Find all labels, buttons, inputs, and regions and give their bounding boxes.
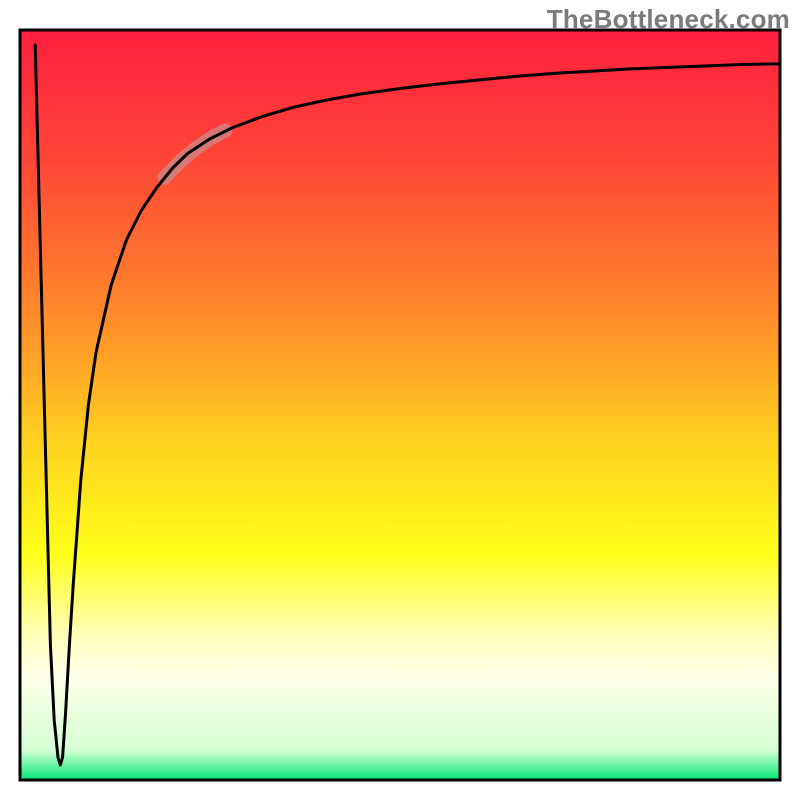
watermark-text: TheBottleneck.com [547,4,790,35]
plot-background [20,30,780,780]
chart-container: TheBottleneck.com [0,0,800,800]
bottleneck-chart [0,0,800,800]
